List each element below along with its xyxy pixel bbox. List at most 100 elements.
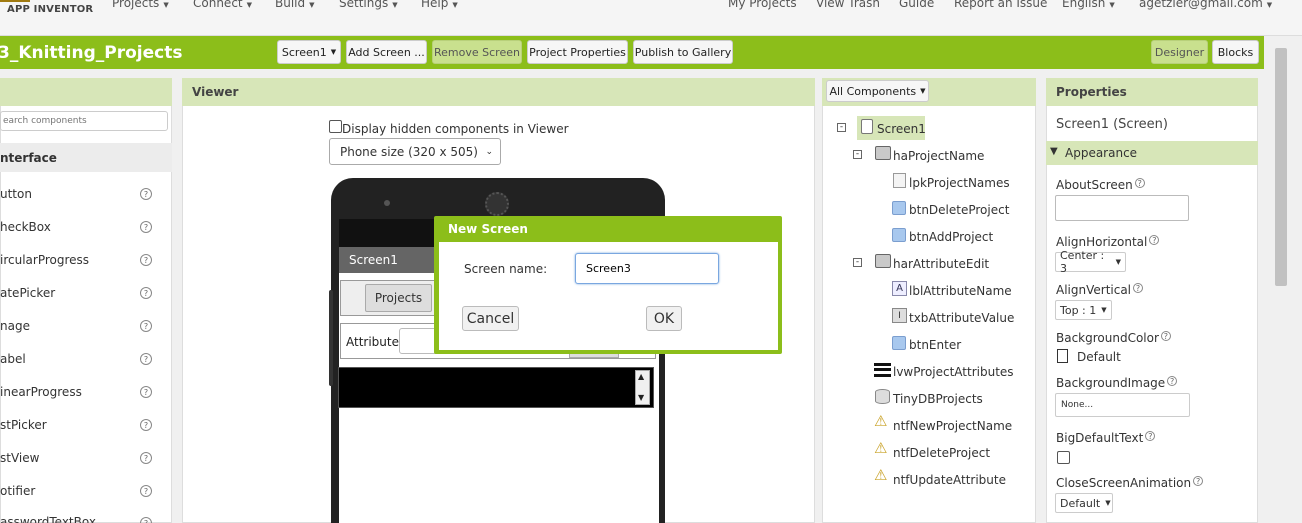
color-swatch[interactable] <box>1057 349 1068 363</box>
menu-help[interactable]: Help ▼ <box>421 0 458 10</box>
screen-name-input[interactable] <box>575 253 719 284</box>
notifier-icon: ⚠ <box>874 466 888 484</box>
tree-item-btnDeleteProject[interactable]: btnDeleteProject <box>909 203 1009 217</box>
view-trash-link[interactable]: View Trash <box>816 0 880 10</box>
attribute-preview-label: Attribute <box>346 335 399 349</box>
palette-item-label[interactable]: abel <box>0 352 26 366</box>
align-horizontal-select[interactable]: Center : 3 ▼ <box>1055 249 1126 275</box>
tree-item-ntfUpdateAttribute[interactable]: ntfUpdateAttribute <box>893 473 1006 487</box>
screen-select-button[interactable]: Screen1 ▼ <box>277 40 341 64</box>
menu-settings[interactable]: Settings ▼ <box>339 0 398 10</box>
tree-item-btnEnter[interactable]: btnEnter <box>909 338 961 352</box>
help-icon[interactable]: ? <box>140 221 152 233</box>
tree-item-ntfNewProjectName[interactable]: ntfNewProjectName <box>893 419 1012 433</box>
report-issue-link[interactable]: Report an Issue <box>954 0 1047 10</box>
collapse-icon[interactable]: - <box>853 258 862 267</box>
menu-projects[interactable]: Projects ▼ <box>112 0 169 10</box>
help-icon[interactable]: ? <box>140 254 152 266</box>
tree-item-harAttributeEdit[interactable]: harAttributeEdit <box>893 257 989 271</box>
palette-item-password-textbox[interactable]: asswordTextBox <box>0 515 96 523</box>
tree-item-lpkProjectNames[interactable]: lpkProjectNames <box>909 176 1010 190</box>
project-toolbar <box>0 36 1264 69</box>
tree-item-ntfDeleteProject[interactable]: ntfDeleteProject <box>893 446 990 460</box>
listview-preview[interactable] <box>338 367 654 408</box>
background-color-value[interactable]: Default <box>1077 350 1121 364</box>
help-icon[interactable]: ? <box>140 485 152 497</box>
projects-preview-button[interactable]: Projects <box>365 284 432 312</box>
background-image-picker[interactable]: None... <box>1055 393 1190 417</box>
remove-screen-button[interactable]: Remove Screen <box>432 40 522 64</box>
scroll-down-icon[interactable]: ▼ <box>638 393 644 402</box>
align-vertical-select[interactable]: Top : 1 ▼ <box>1055 300 1112 320</box>
ok-button[interactable]: OK <box>646 306 682 331</box>
help-icon[interactable]: ? <box>140 386 152 398</box>
help-icon[interactable]: ? <box>1167 376 1178 386</box>
help-icon[interactable]: ? <box>1149 235 1160 245</box>
button-icon <box>892 336 906 350</box>
tree-item-lvwProjectAttributes[interactable]: lvwProjectAttributes <box>893 365 1014 379</box>
palette-item-image[interactable]: nage <box>0 319 30 333</box>
tree-item-btnAddProject[interactable]: btnAddProject <box>909 230 993 244</box>
project-properties-button[interactable]: Project Properties <box>527 40 628 64</box>
dialog-title: New Screen <box>448 222 528 236</box>
help-icon[interactable]: ? <box>1134 178 1145 188</box>
tree-item-TinyDBProjects[interactable]: TinyDBProjects <box>893 392 983 406</box>
display-hidden-checkbox[interactable] <box>329 120 342 133</box>
account-menu[interactable]: agetzler@gmail.com ▼ <box>1139 0 1272 10</box>
display-hidden-label: Display hidden components in Viewer <box>342 122 569 136</box>
horizontal-arrangement-icon <box>875 254 891 268</box>
palette-item-checkbox[interactable]: heckBox <box>0 220 51 234</box>
add-screen-button[interactable]: Add Screen ... <box>346 40 427 64</box>
page-scrollbar-thumb[interactable] <box>1275 48 1287 286</box>
big-default-text-checkbox[interactable] <box>1057 451 1070 464</box>
scroll-up-icon[interactable]: ▲ <box>638 372 644 381</box>
help-icon[interactable]: ? <box>140 188 152 200</box>
palette-item-datepicker[interactable]: atePicker <box>0 286 55 300</box>
help-icon[interactable]: ? <box>140 353 152 365</box>
tree-item-lblAttributeName[interactable]: lblAttributeName <box>909 284 1012 298</box>
attribute-preview-textbox[interactable] <box>399 328 439 354</box>
palette-item-linear-progress[interactable]: inearProgress <box>0 385 82 399</box>
help-icon[interactable]: ? <box>1145 431 1156 441</box>
language-menu[interactable]: English ▼ <box>1062 0 1115 10</box>
close-screen-animation-select[interactable]: Default ▼ <box>1055 493 1113 513</box>
phone-size-select[interactable]: Phone size (320 x 505) ⌄ <box>329 138 501 165</box>
cancel-button[interactable]: Cancel <box>462 306 519 331</box>
palette-category-label: nterface <box>0 151 57 165</box>
menu-build[interactable]: Build ▼ <box>275 0 315 10</box>
properties-subtitle: Screen1 (Screen) <box>1056 117 1168 132</box>
search-components-input[interactable] <box>0 111 168 131</box>
palette-item-button[interactable]: utton <box>0 187 32 201</box>
palette-item-notifier[interactable]: otifier <box>0 484 35 498</box>
tree-item-txbAttributeValue[interactable]: txbAttributeValue <box>909 311 1014 325</box>
menu-connect[interactable]: Connect ▼ <box>193 0 252 10</box>
listpicker-icon <box>893 173 906 188</box>
guide-link[interactable]: Guide <box>899 0 934 10</box>
help-icon[interactable]: ? <box>140 419 152 431</box>
blocks-button[interactable]: Blocks <box>1212 40 1259 64</box>
help-icon[interactable]: ? <box>140 287 152 299</box>
all-components-dropdown[interactable]: All Components ▼ <box>826 80 929 102</box>
help-icon[interactable]: ? <box>1193 476 1204 486</box>
palette-item-circular-progress[interactable]: ircularProgress <box>0 253 89 267</box>
help-icon[interactable]: ? <box>1160 331 1171 341</box>
palette-item-listpicker[interactable]: stPicker <box>0 418 47 432</box>
help-icon[interactable]: ? <box>140 517 152 523</box>
about-screen-textarea[interactable] <box>1055 195 1189 221</box>
collapse-icon[interactable]: - <box>853 150 862 159</box>
palette-item-listview[interactable]: stView <box>0 451 39 465</box>
publish-gallery-button[interactable]: Publish to Gallery <box>633 40 733 64</box>
designer-button[interactable]: Designer <box>1151 40 1208 64</box>
help-icon[interactable]: ? <box>1133 283 1144 293</box>
close-screen-animation-label: CloseScreenAnimation? <box>1056 476 1204 490</box>
notifier-icon: ⚠ <box>874 412 888 430</box>
tree-item-haProjectName[interactable]: haProjectName <box>893 149 984 163</box>
help-icon[interactable]: ? <box>140 452 152 464</box>
help-icon[interactable]: ? <box>140 320 152 332</box>
my-projects-link[interactable]: My Projects <box>728 0 797 10</box>
app-inventor-logo-icon <box>0 0 30 2</box>
triangle-down-icon[interactable]: ▼ <box>1050 146 1058 157</box>
collapse-icon[interactable]: - <box>837 123 846 132</box>
palette-header <box>0 78 172 106</box>
tree-item-screen1[interactable]: Screen1 <box>877 122 926 136</box>
